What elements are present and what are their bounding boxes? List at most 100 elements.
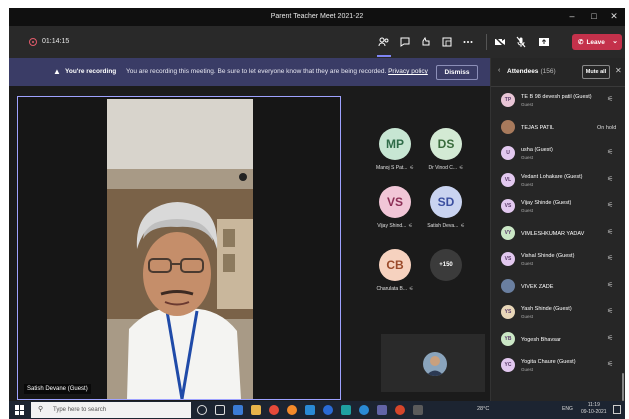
- mic-off-icon: ⚟: [607, 281, 614, 289]
- mic-off-icon: ⚟: [607, 334, 614, 342]
- mic-off-icon: ⚟: [607, 96, 614, 103]
- speaker-name-label: Satish Devane (Guest): [24, 384, 91, 394]
- attendee-name: Yash Shinde (Guest): [521, 306, 572, 312]
- attendee-avatar: VY: [501, 225, 515, 240]
- attendee-name: Yogita Chaure (Guest): [521, 359, 576, 365]
- notification-icon[interactable]: [613, 405, 621, 414]
- chevron-down-icon[interactable]: ⌄: [612, 37, 618, 45]
- edge-new-icon[interactable]: [341, 405, 351, 415]
- close-icon[interactable]: ✕: [615, 66, 622, 75]
- reactions-icon[interactable]: [418, 34, 434, 50]
- attendee-row[interactable]: VS Vishal Shinde (Guest) Guest ⚟: [501, 248, 624, 272]
- participant-name: Charulata B... ⚟: [355, 286, 435, 292]
- attendee-row[interactable]: YB Yogesh Bhavsar ⚟: [501, 328, 624, 352]
- main-speaker-video[interactable]: Satish Devane (Guest): [17, 96, 341, 400]
- camera-off-icon[interactable]: [492, 34, 508, 50]
- attendee-avatar: [501, 278, 515, 293]
- language-indicator[interactable]: ENG: [562, 406, 573, 412]
- attendee-row[interactable]: YS Yash Shinde (Guest) Guest ⚟: [501, 301, 624, 325]
- mic-off-icon: ⚟: [607, 202, 614, 209]
- attendee-row[interactable]: TEJAS PATIL On hold: [501, 116, 624, 140]
- participant-tile[interactable]: SD Satish Deva... ⚟: [406, 186, 486, 242]
- attendee-role: Guest: [521, 155, 534, 160]
- attendee-role: Guest: [521, 261, 534, 266]
- attendee-role: Guest: [521, 208, 534, 213]
- participant-avatar: DS: [430, 128, 462, 160]
- meeting-toolbar: 01:14:15 ✆ Leave ⌄: [9, 26, 625, 58]
- mic-off-icon: ⚟: [607, 228, 614, 236]
- attendee-row[interactable]: VIVEK ZADE ⚟: [501, 275, 624, 299]
- self-avatar: [423, 352, 447, 376]
- store-icon[interactable]: [305, 405, 315, 415]
- attendee-scrollbar[interactable]: [622, 373, 624, 401]
- attendee-row[interactable]: Uusha (Guest) Guest ⚟: [501, 142, 624, 166]
- skype-icon[interactable]: [359, 405, 369, 415]
- participants-icon[interactable]: [376, 34, 392, 50]
- attendees-count: (156): [540, 68, 556, 75]
- more-participants-tile[interactable]: +150: [430, 249, 462, 281]
- task-view-icon[interactable]: [215, 405, 225, 415]
- mute-all-button[interactable]: Mute all: [582, 65, 610, 79]
- windows-start-icon[interactable]: [15, 405, 25, 415]
- maximize-button[interactable]: □: [587, 11, 601, 21]
- on-hold-status: On hold: [597, 124, 617, 131]
- attendee-row[interactable]: YC Yogita Chaure (Guest) Guest ⚟: [501, 354, 624, 378]
- firefox-icon[interactable]: [287, 405, 297, 415]
- mic-off-icon: ⚟: [607, 361, 614, 368]
- back-chevron-icon[interactable]: ‹: [498, 67, 500, 74]
- attendee-name: usha (Guest): [521, 147, 553, 153]
- participant-name: Satish Deva... ⚟: [406, 223, 486, 229]
- share-screen-icon[interactable]: [536, 34, 552, 50]
- attendee-avatar: YS: [501, 305, 515, 319]
- attendee-avatar: VS: [501, 199, 515, 213]
- file-explorer-icon[interactable]: [251, 405, 261, 415]
- attendee-row[interactable]: TP TE B 98 devesh patil (Guest) Guest ⚟: [501, 89, 624, 113]
- weather-temperature[interactable]: 28°C: [477, 406, 489, 412]
- taskbar-search-input[interactable]: ⚲ Type here to search: [31, 402, 191, 418]
- clock[interactable]: 11:19 09-10-2021: [581, 402, 607, 416]
- participant-tile[interactable]: DS Dr Vinod C... ⚟: [406, 128, 486, 184]
- attendee-role: Guest: [521, 314, 534, 319]
- attendee-row[interactable]: VY VIMLESHKUMAR YADAV ⚟: [501, 222, 624, 246]
- attendee-row[interactable]: VL Vedant Lohakare (Guest) Guest ⚟: [501, 169, 624, 193]
- teams-icon[interactable]: [377, 405, 387, 415]
- participant-tile[interactable]: CB Charulata B... ⚟: [355, 249, 435, 305]
- recording-banner-text: You are recording this meeting. Be sure …: [126, 68, 387, 75]
- mic-off-icon: ⚟: [607, 149, 614, 156]
- participant-name-text: Manoj S Pat...: [376, 165, 408, 171]
- chrome-icon[interactable]: [269, 405, 279, 415]
- cortana-icon[interactable]: [197, 405, 207, 415]
- dismiss-button[interactable]: Dismiss: [436, 65, 478, 80]
- title-bar: Parent Teacher Meet 2021-22 – □ ✕: [9, 8, 625, 26]
- close-window-button[interactable]: ✕: [607, 11, 621, 22]
- participant-name-text: Vijay Shind...: [377, 223, 407, 229]
- mic-off-icon: ⚟: [607, 175, 614, 183]
- attendee-role: Guest: [521, 102, 534, 107]
- attendee-avatar: YC: [501, 358, 515, 372]
- opera-icon[interactable]: [395, 405, 405, 415]
- more-actions-icon[interactable]: [460, 34, 476, 50]
- mic-off-icon[interactable]: [513, 34, 529, 50]
- attendee-name: Vishal Shinde (Guest): [521, 253, 575, 259]
- edge-icon[interactable]: [233, 405, 243, 415]
- toolbar-divider: [486, 34, 487, 50]
- privacy-policy-link[interactable]: Privacy policy: [388, 68, 428, 75]
- phone-icon: ✆: [578, 39, 584, 46]
- attendee-role: Guest: [521, 181, 534, 187]
- attendee-avatar: TP: [501, 93, 515, 107]
- attendee-name: VIVEK ZADE: [521, 283, 554, 290]
- app-icon[interactable]: [413, 405, 423, 415]
- chat-icon[interactable]: [397, 34, 413, 50]
- search-placeholder: Type here to search: [53, 407, 107, 413]
- attendee-avatar: YB: [501, 331, 515, 346]
- zoom-icon[interactable]: [323, 405, 333, 415]
- rooms-icon[interactable]: [439, 34, 455, 50]
- recording-indicator-icon: [29, 38, 37, 46]
- attendee-row[interactable]: VS Vijay Shinde (Guest) Guest ⚟: [501, 195, 624, 219]
- attendee-name: Vedant Lohakare (Guest): [521, 173, 583, 180]
- minimize-button[interactable]: –: [565, 11, 579, 21]
- leave-button[interactable]: ✆ Leave ⌄: [572, 34, 622, 50]
- attendees-title: Attendees (156): [507, 68, 556, 75]
- attendee-role: Guest: [521, 367, 534, 372]
- attendees-title-text: Attendees: [507, 68, 539, 75]
